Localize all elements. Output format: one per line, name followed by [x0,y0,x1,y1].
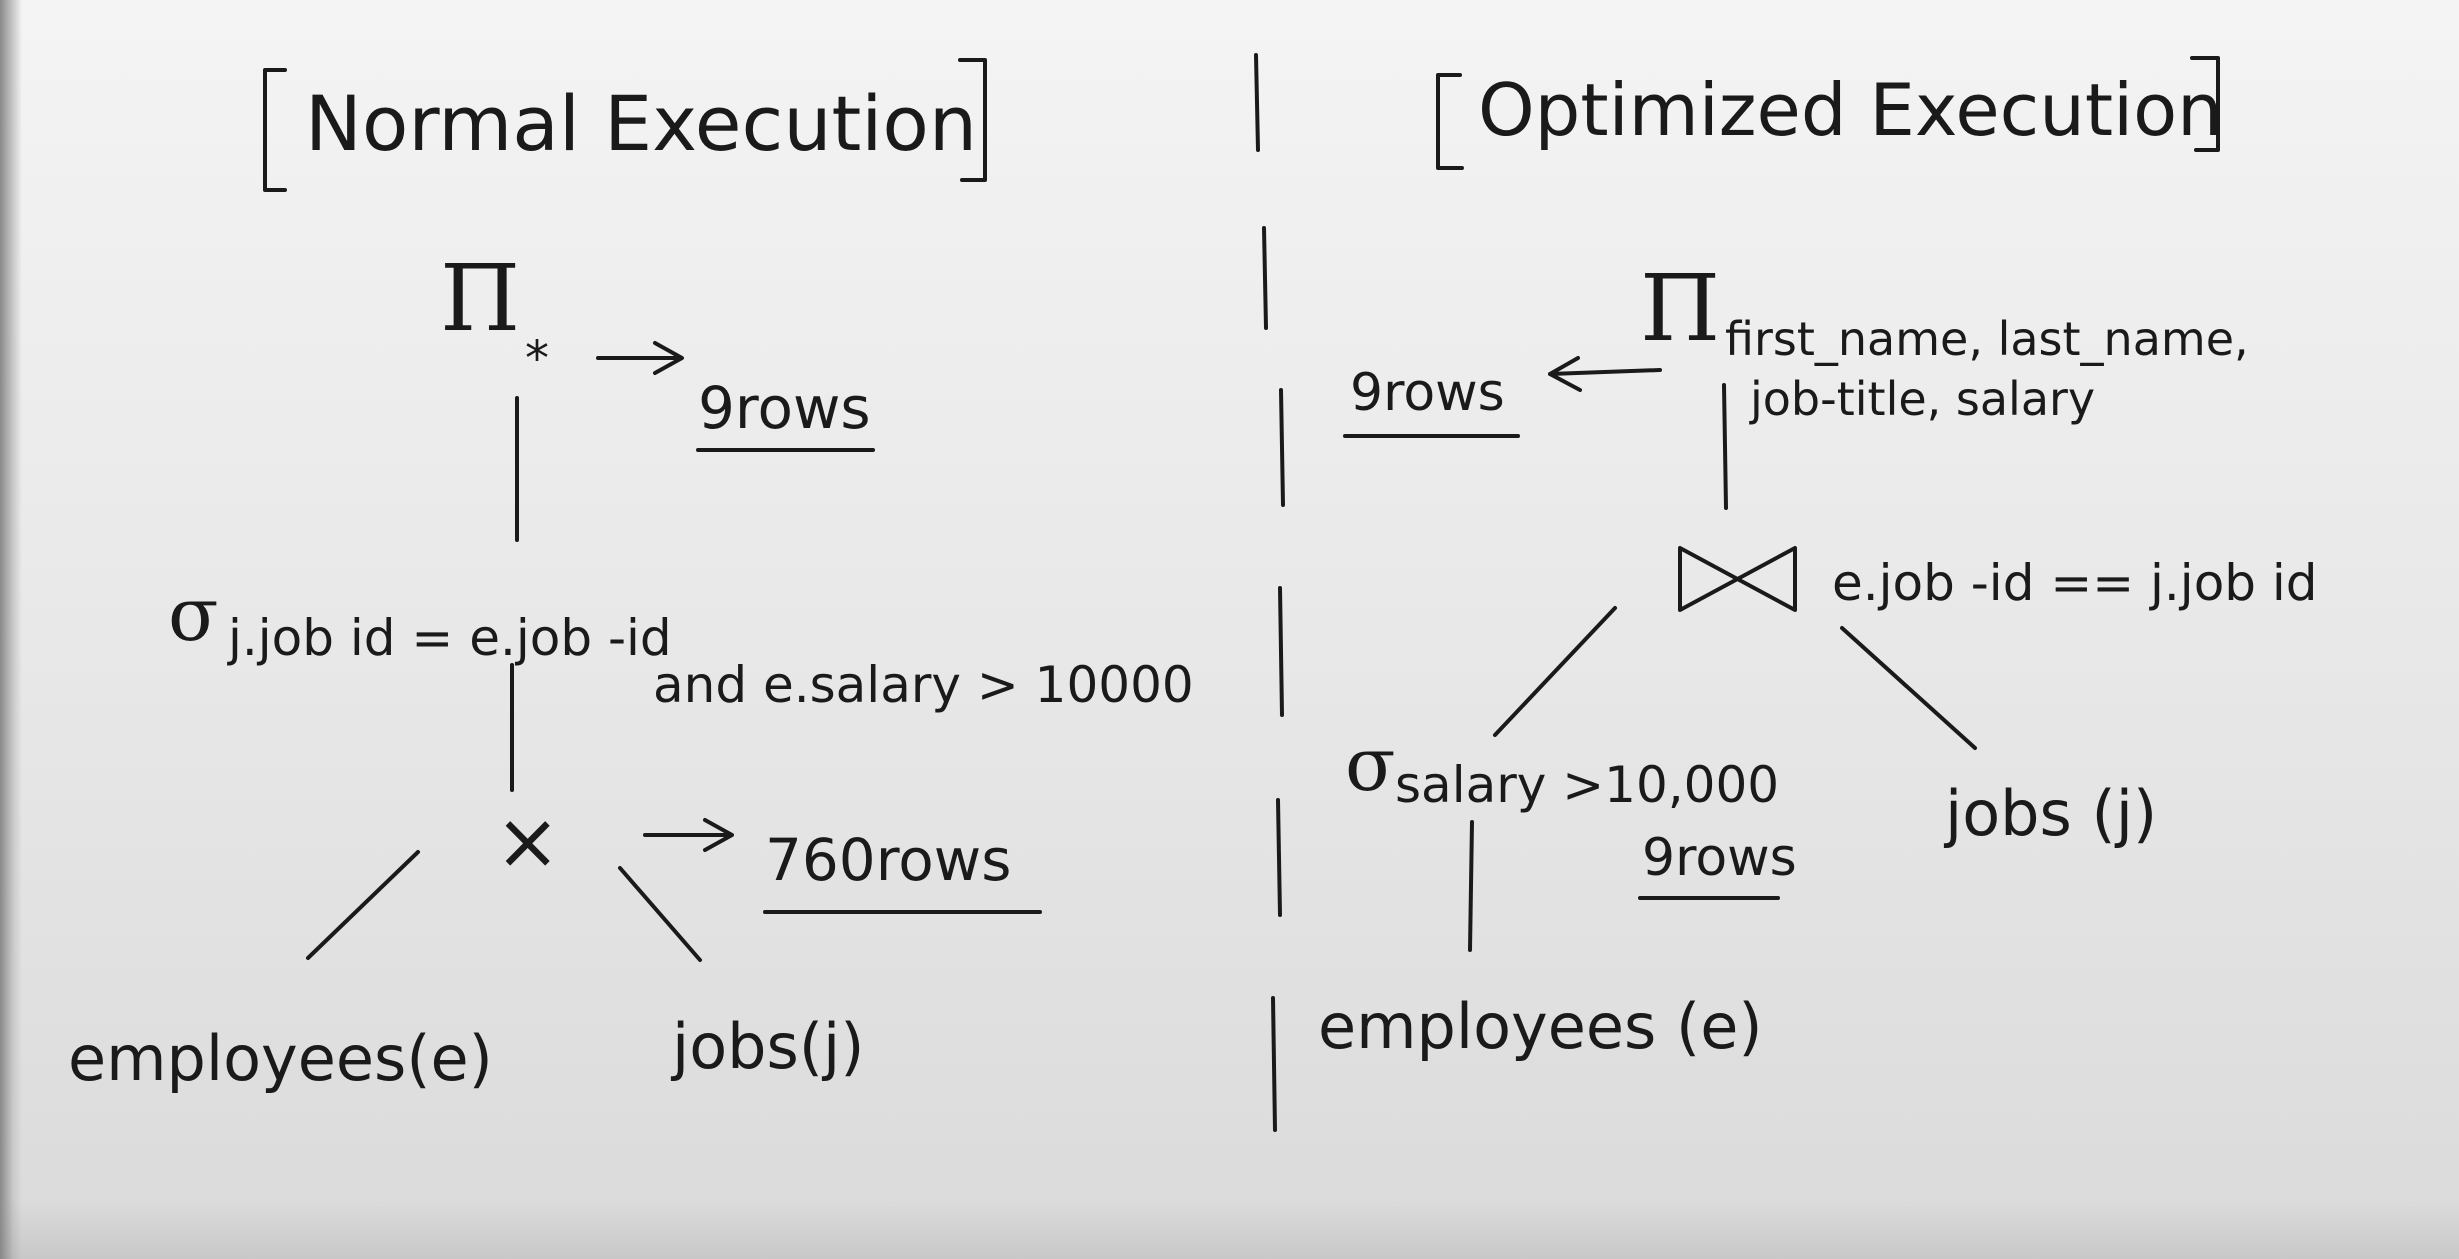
optimized-edge-join-selection [1493,606,1617,737]
optimized-selection-rows: 9rows [1642,828,1797,888]
normal-projection-rows: 9rows [698,374,871,442]
normal-selection-symbol: σ [168,572,219,658]
optimized-leaf-jobs: jobs (j) [1943,777,2157,850]
normal-projection-symbol: Π [440,245,520,352]
normal-selection-line2: and e.salary > 10000 [653,656,1194,714]
optimized-title: Optimized Execution [1478,68,2223,152]
optimized-projection-line1: first_name, last_name, [1725,312,2249,366]
normal-leaf-employees: employees(e) [68,1022,493,1095]
optimized-leaf-employees: employees (e) [1318,990,1763,1063]
normal-title: Normal Execution [305,79,977,168]
optimized-join-icon [1678,546,1797,612]
normal-edge-cross-employees [306,850,420,960]
panel-divider [1254,53,1285,1132]
normal-cross-symbol: × [495,797,560,887]
optimized-projection-line2: job-title, salary [1749,372,2095,426]
normal-leaf-jobs: jobs(j) [670,1010,864,1083]
normal-selection-line1: j.job id = e.job -id [227,609,672,667]
normal-execution-panel: Normal Execution Π * 9rows σ j.job id = … [68,58,1194,1095]
optimized-edge-projection-join [1722,383,1728,510]
optimized-edge-join-jobs [1840,626,1977,750]
optimized-projection-rows: 9rows [1350,363,1505,423]
optimized-projection-symbol: Π [1640,255,1720,362]
query-plan-diagram: Normal Execution Π * 9rows σ j.job id = … [68,53,2318,1132]
normal-cross-arrow [643,818,734,852]
optimized-selection-symbol: σ [1345,722,1396,808]
normal-projection-subscript: * [525,331,549,387]
normal-projection-arrow [596,341,684,375]
normal-cross-rows: 760rows [765,826,1011,894]
normal-edge-cross-jobs [618,866,702,962]
optimized-join-condition: e.job -id == j.job id [1832,554,2318,612]
optimized-selection-condition: salary >10,000 [1395,756,1779,814]
optimized-edge-selection-employees [1468,820,1474,952]
optimized-execution-panel: Optimized Execution Π first_name, last_n… [1318,56,2318,1063]
optimized-projection-arrow [1548,356,1662,392]
